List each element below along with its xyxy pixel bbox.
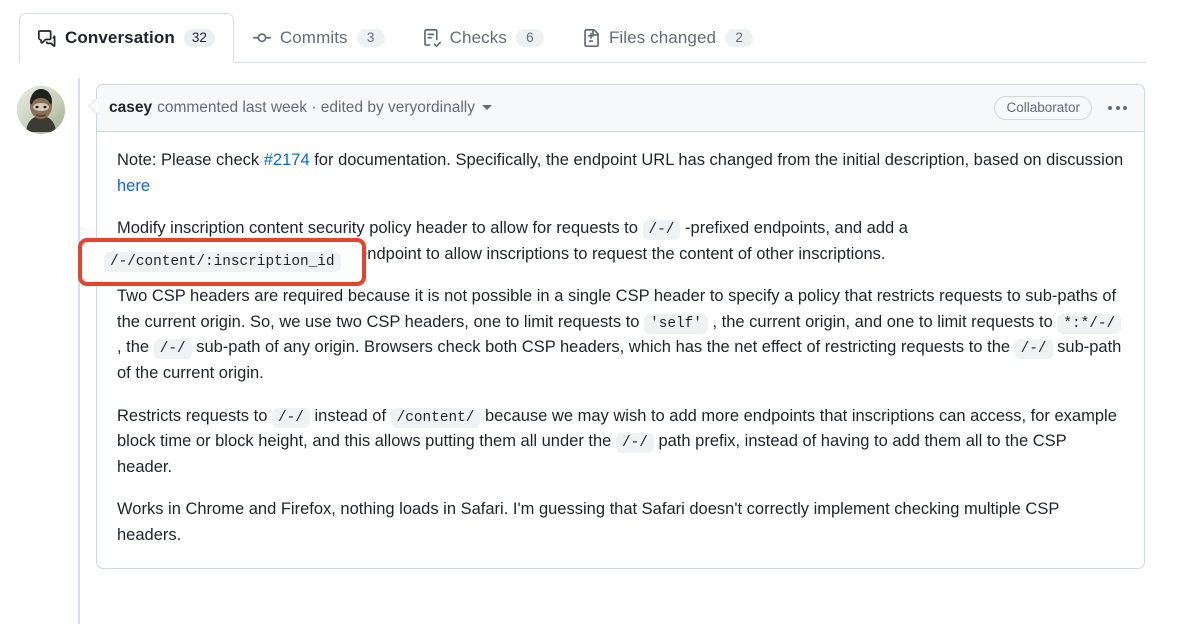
note-text-a: Note: Please check — [117, 151, 264, 169]
comment-meta: commented last week · edited by veryordi… — [157, 99, 475, 117]
highlighted-code-span: /-/content/:inscription_id — [104, 252, 341, 270]
code-wildcard-path: *:*/-/ — [1057, 314, 1121, 334]
tab-counter: 3 — [357, 29, 385, 48]
p4-text-b: instead of — [310, 407, 391, 425]
checklist-icon — [423, 29, 441, 47]
tab-label: Commits — [280, 28, 348, 48]
code-dash-path-3: /-/ — [1015, 339, 1053, 359]
tab-conversation[interactable]: Conversation 32 — [19, 13, 234, 63]
p3-text-c: , the — [117, 338, 154, 356]
issue-link-2174[interactable]: #2174 — [264, 151, 310, 169]
timeline-rail — [78, 78, 80, 624]
pr-tab-navigation: Conversation 32 Commits 3 Checks 6 Files… — [0, 0, 1204, 63]
comment-header: casey commented last week · edited by ve… — [97, 85, 1144, 132]
comment-card: casey commented last week · edited by ve… — [96, 84, 1145, 569]
code-dash-path: /-/ — [643, 220, 681, 240]
tab-counter: 6 — [516, 29, 544, 48]
paragraph-note: Note: Please check #2174 for documentati… — [117, 148, 1124, 199]
kebab-horizontal-icon[interactable] — [1106, 102, 1129, 114]
tab-list: Conversation 32 Commits 3 Checks 6 Files… — [19, 13, 772, 63]
p3-text-b: , the current origin, and one to limit r… — [708, 313, 1057, 331]
p2-text-c: endpoint to allow inscriptions to reques… — [354, 245, 886, 263]
code-dash-path-5: /-/ — [616, 433, 654, 453]
p3-text-d: sub-path of any origin. Browsers check b… — [192, 338, 1015, 356]
p2-text-a: Modify inscription content security poli… — [117, 219, 643, 237]
tab-checks[interactable]: Checks 6 — [404, 13, 563, 63]
tab-label: Checks — [450, 28, 507, 48]
p4-text-a: Restricts requests to — [117, 407, 272, 425]
comment-pointer — [88, 98, 97, 114]
tab-label: Conversation — [65, 28, 175, 48]
code-content-inscription-id-highlighted: /-/content/:inscription_id — [104, 252, 341, 272]
avatar-photo — [17, 86, 65, 134]
paragraph-two-csp-headers: Two CSP headers are required because it … — [117, 284, 1124, 386]
code-content-path: /content/ — [391, 408, 481, 428]
note-text-b: for documentation. Specifically, the end… — [310, 151, 1124, 169]
git-commit-icon — [253, 29, 271, 47]
discussion-link-here[interactable]: here — [117, 177, 150, 195]
tab-counter: 32 — [184, 29, 215, 48]
comment-author[interactable]: casey — [109, 99, 157, 117]
file-diff-icon — [582, 29, 600, 47]
tab-files-changed[interactable]: Files changed 2 — [563, 13, 772, 63]
code-self: 'self' — [644, 314, 708, 334]
comment-discussion-icon — [38, 29, 56, 47]
tab-commits[interactable]: Commits 3 — [234, 13, 404, 63]
paragraph-browser-support: Works in Chrome and Firefox, nothing loa… — [117, 497, 1124, 548]
code-dash-path-4: /-/ — [272, 408, 310, 428]
comment-body: Note: Please check #2174 for documentati… — [97, 132, 1144, 568]
status-badge: Collaborator — [994, 96, 1092, 120]
p2-text-b: -prefixed endpoints, and add a — [680, 219, 908, 237]
chevron-down-icon[interactable] — [482, 105, 492, 110]
tab-label: Files changed — [609, 28, 716, 48]
code-dash-path-2: /-/ — [154, 339, 192, 359]
tab-counter: 2 — [725, 29, 753, 48]
avatar[interactable] — [17, 86, 65, 134]
paragraph-restricts-requests: Restricts requests to /-/ instead of /co… — [117, 404, 1124, 481]
